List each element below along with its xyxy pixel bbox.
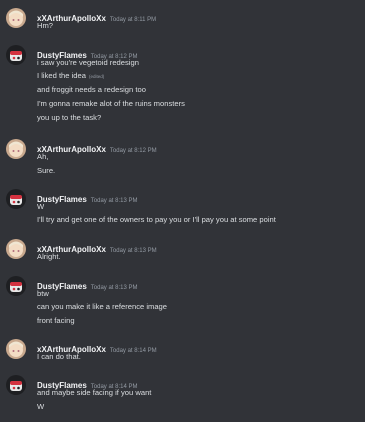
message-text-edited: I liked the idea (edited)	[37, 70, 104, 83]
message-text: W	[37, 402, 45, 411]
avatar-arthur[interactable]	[6, 239, 26, 259]
message-text: and froggit needs a redesign too	[37, 85, 146, 94]
edited-label: (edited)	[88, 74, 105, 79]
avatar-arthur-image	[6, 139, 26, 159]
avatar-arthur-image	[6, 339, 26, 359]
message-header: DustyFlames Today at 8:12 PM	[37, 45, 138, 60]
message-text: W	[37, 202, 45, 211]
avatar-arthur[interactable]	[6, 339, 26, 359]
avatar-dusty[interactable]	[6, 45, 26, 65]
message-header: DustyFlames Today at 8:14 PM	[37, 375, 138, 390]
message-text: I liked the idea	[37, 71, 86, 80]
message-header: xXArthurApolloXx Today at 8:11 PM	[37, 8, 157, 23]
message-text: I'm gonna remake alot of the ruins monst…	[37, 99, 185, 108]
avatar-dusty-image	[6, 276, 26, 296]
message-text: Hm?	[37, 21, 54, 30]
chat-message-list: xXArthurApolloXx Today at 8:11 PM Hm? Dus…	[0, 0, 365, 422]
timestamp: Today at 8:11 PM	[109, 17, 157, 23]
avatar-dusty-image	[6, 189, 26, 209]
avatar-arthur-image	[6, 8, 26, 28]
message-text: btw	[37, 289, 49, 298]
message-text: you up to the task?	[37, 113, 102, 122]
message-text: Ah,	[37, 152, 49, 161]
message-text: i saw you're vegetoid redesign	[37, 58, 139, 67]
message-header: DustyFlames Today at 8:13 PM	[37, 189, 138, 204]
timestamp: Today at 8:14 PM	[109, 348, 157, 354]
avatar-arthur-image	[6, 239, 26, 259]
message-text: I'll try and get one of the owners to pa…	[37, 215, 276, 224]
timestamp: Today at 8:13 PM	[109, 248, 157, 254]
message-text: I can do that.	[37, 352, 81, 361]
avatar-dusty-image	[6, 375, 26, 395]
message-header: xXArthurApolloXx Today at 8:12 PM	[37, 139, 157, 154]
message-header: xXArthurApolloXx Today at 8:13 PM	[37, 239, 157, 254]
message-text: Sure.	[37, 166, 56, 175]
message-header: xXArthurApolloXx Today at 8:14 PM	[37, 339, 157, 354]
timestamp: Today at 8:12 PM	[109, 148, 157, 154]
username[interactable]: DustyFlames	[37, 195, 87, 204]
message-text: and maybe side facing if you want	[37, 388, 152, 397]
avatar-dusty[interactable]	[6, 276, 26, 296]
avatar-dusty[interactable]	[6, 375, 26, 395]
avatar-dusty-image	[6, 45, 26, 65]
message-text: can you make it like a reference image	[37, 302, 168, 311]
avatar-arthur[interactable]	[6, 8, 26, 28]
avatar-dusty[interactable]	[6, 189, 26, 209]
timestamp: Today at 8:13 PM	[90, 198, 138, 204]
avatar-arthur[interactable]	[6, 139, 26, 159]
message-text: Alright.	[37, 252, 61, 261]
message-text: front facing	[37, 316, 75, 325]
message-header: DustyFlames Today at 8:13 PM	[37, 276, 138, 291]
timestamp: Today at 8:13 PM	[90, 285, 138, 291]
